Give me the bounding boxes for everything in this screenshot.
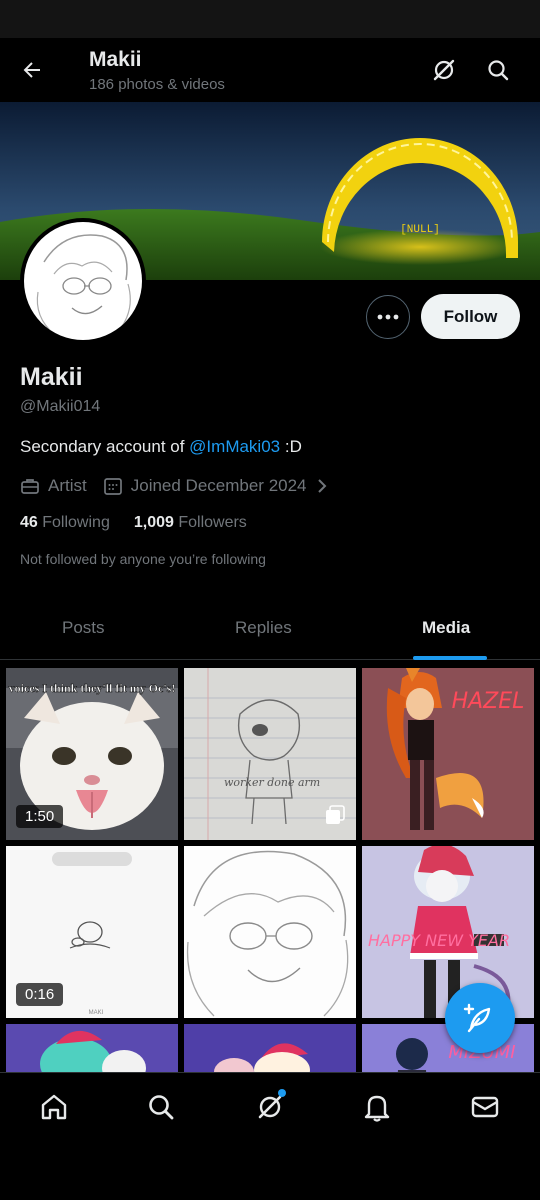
header-subtitle: 186 photos & videos [89, 76, 225, 93]
media-caption: MAKI [89, 1010, 104, 1016]
category-label: Artist [48, 476, 87, 495]
more-dots-icon [377, 314, 399, 320]
media-item[interactable] [184, 846, 356, 1018]
bell-icon [364, 1095, 390, 1122]
media-item[interactable]: voices I think they'll fit my Oc's! 1:50 [6, 668, 178, 840]
media-caption: worker done arm [224, 776, 320, 789]
briefcase-icon [21, 479, 39, 494]
home-icon [41, 1094, 67, 1120]
mail-icon [471, 1096, 499, 1118]
compose-post-button[interactable] [445, 983, 515, 1053]
media-item[interactable]: HAPPY NEW YEAR [362, 846, 534, 1018]
media-thumbnail [6, 1024, 178, 1072]
nav-notifications-button[interactable] [357, 1087, 397, 1127]
profile-handle: @Makii014 [20, 398, 101, 415]
profile-header: Makii 186 photos & videos [0, 38, 540, 102]
compose-feather-icon [463, 1003, 491, 1033]
media-thumbnail: HAPPY NEW YEAR [362, 846, 534, 1018]
followers-stat[interactable]: 1,009 Followers [134, 514, 247, 532]
following-stat[interactable]: 46 Following [20, 514, 110, 532]
calendar-icon [103, 478, 122, 495]
video-duration-badge: 1:50 [16, 805, 64, 828]
profile-bio: Secondary account of @ImMaki03 :D [20, 437, 302, 457]
chevron-right-icon [317, 479, 326, 493]
nav-messages-button[interactable] [465, 1087, 505, 1127]
avatar-sketch [36, 234, 131, 335]
back-button[interactable] [14, 52, 50, 88]
grok-icon [433, 59, 455, 81]
media-thumbnail [184, 1024, 356, 1072]
category-item: Artist [20, 476, 87, 496]
follow-stats: 46 Following 1,009 Followers [20, 514, 247, 532]
media-item[interactable]: worker done arm [184, 668, 356, 840]
media-thumbnail [184, 846, 356, 1018]
tab-replies[interactable]: Replies [235, 618, 292, 638]
grok-button[interactable] [424, 52, 464, 88]
media-thumbnail: HAZEL [362, 668, 534, 840]
search-icon [149, 1095, 174, 1120]
avatar[interactable] [20, 218, 146, 344]
multiple-images-icon [326, 805, 345, 824]
profile-tabs: Posts Replies Media [0, 604, 540, 660]
media-item[interactable] [6, 1024, 178, 1072]
active-tab-indicator [413, 656, 487, 660]
banner-null-label: [NULL] [400, 224, 440, 236]
follow-button[interactable]: Follow [421, 294, 520, 339]
media-caption: HAPPY NEW YEAR [368, 931, 510, 950]
more-options-button[interactable] [366, 295, 410, 339]
profile-meta: Artist Joined December 2024 [20, 474, 337, 498]
joined-label: Joined December 2024 [130, 476, 307, 495]
media-caption: HAZEL [452, 689, 525, 714]
nav-search-button[interactable] [141, 1087, 181, 1127]
bio-text: Secondary account of [20, 437, 190, 456]
status-bar [0, 0, 540, 38]
followers-label: Followers [178, 514, 247, 531]
bio-suffix: :D [280, 437, 302, 456]
arrow-left-icon [23, 62, 40, 78]
media-item[interactable]: HAZEL [362, 668, 534, 840]
search-button[interactable] [478, 52, 518, 88]
not-followed-notice: Not followed by anyone you’re following [20, 551, 266, 567]
followers-count: 1,009 [133, 514, 174, 531]
joined-item[interactable]: Joined December 2024 [103, 476, 337, 496]
bio-mention-link[interactable]: @ImMaki03 [189, 437, 280, 456]
following-label: Following [42, 514, 110, 531]
notification-dot [278, 1089, 286, 1097]
nav-grok-button[interactable] [250, 1087, 290, 1127]
header-title: Makii [89, 48, 142, 71]
profile-name: Makii [20, 363, 83, 391]
video-duration-badge: 0:16 [16, 983, 64, 1006]
bottom-navigation [0, 1072, 540, 1140]
search-icon [488, 60, 509, 81]
media-item[interactable] [184, 1024, 356, 1072]
media-item[interactable]: MAKI 0:16 [6, 846, 178, 1018]
nav-home-button[interactable] [34, 1087, 74, 1127]
tab-media[interactable]: Media [422, 618, 470, 638]
media-caption: voices I think they'll fit my Oc's! [9, 681, 176, 695]
following-count: 46 [20, 514, 38, 531]
tab-posts[interactable]: Posts [62, 618, 105, 638]
